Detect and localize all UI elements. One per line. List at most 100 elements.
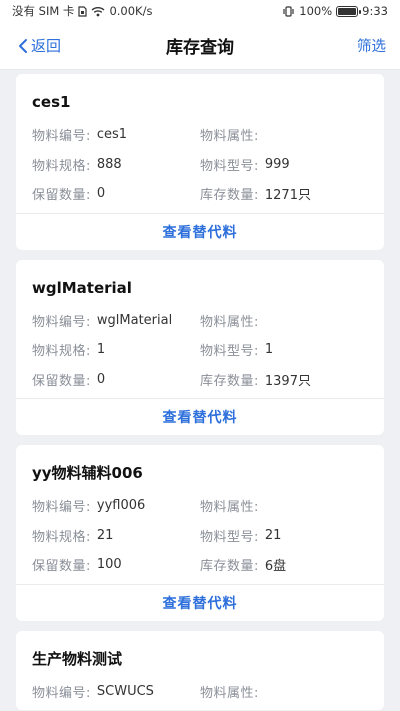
attr-label: 物料属性: [200,685,259,701]
material-name: yy物料辅料006 [32,464,143,482]
code-value: SCWUCS [96,683,154,699]
code-field: 物料编号: SCWUCS [32,682,200,701]
spec-value: 888 [96,156,122,172]
model-field: 物料型号: 999 [200,155,368,174]
attr-field: 物料属性: [200,682,368,701]
reserved-label: 保留数量: [32,559,91,575]
attr-label: 物料属性: [200,314,259,330]
status-right: 100% 9:33 [282,4,388,18]
code-field: 物料编号: yyfl006 [32,496,200,515]
attr-label: 物料属性: [200,500,259,516]
inventory-list: ces1 物料编号: ces1 物料属性: 物料规格: 888 物料型号: 99… [0,70,400,710]
page-title: 库存查询 [166,38,234,58]
inventory-card: 生产物料测试 物料编号: SCWUCS 物料属性: [16,630,384,711]
view-substitutes-button[interactable]: 查看替代料 [16,212,384,250]
code-label: 物料编号: [32,500,91,516]
card-body: wglMaterial 物料编号: wglMaterial 物料属性: 物料规格… [16,260,384,399]
stock-label: 库存数量: [200,373,259,389]
info-row: 物料规格: 1 物料型号: 1 [32,335,368,365]
info-row: 物料规格: 21 物料型号: 21 [32,521,368,551]
stock-field: 库存数量: 1271只 [200,184,368,203]
reserved-value: 0 [96,371,106,387]
clock: 9:33 [362,4,388,18]
stock-value: 1397只 [264,373,311,389]
reserved-field: 保留数量: 100 [32,555,200,574]
attr-label: 物料属性: [200,129,259,145]
sim-icon [78,5,88,17]
spec-label: 物料规格: [32,344,91,360]
battery-icon [336,5,362,17]
spec-field: 物料规格: 888 [32,155,200,174]
vibrate-icon [282,5,295,17]
attr-field: 物料属性: [200,496,368,515]
inventory-card: wglMaterial 物料编号: wglMaterial 物料属性: 物料规格… [16,259,384,435]
battery-percent: 100% [299,4,333,18]
model-value: 21 [264,527,282,543]
reserved-label: 保留数量: [32,373,91,389]
carrier-text: 没有 SIM 卡 [12,4,75,18]
info-row: 保留数量: 100 库存数量: 6盘 [32,550,368,580]
battery-level [338,7,357,15]
stock-value: 6盘 [264,559,287,575]
material-name: ces1 [32,93,71,111]
model-label: 物料型号: [200,529,259,545]
spec-label: 物料规格: [32,158,91,174]
attr-field: 物料属性: [200,125,368,144]
stock-field: 库存数量: 6盘 [200,555,368,574]
info-row: 物料编号: SCWUCS 物料属性: [32,677,368,707]
code-label: 物料编号: [32,314,91,330]
spec-value: 1 [96,342,106,358]
back-button[interactable]: 返回 [18,35,61,56]
spec-label: 物料规格: [32,529,91,545]
info-row: 物料规格: 888 物料型号: 999 [32,150,368,180]
status-bar: 没有 SIM 卡 0.00K/s 100% 9:33 [0,0,400,22]
code-field: 物料编号: wglMaterial [32,311,200,330]
material-name: 生产物料测试 [32,649,123,668]
stock-label: 库存数量: [200,188,259,204]
stock-value: 1271只 [264,188,311,204]
info-row: 物料编号: yyfl006 物料属性: [32,491,368,521]
filter-button[interactable]: 筛选 [357,35,386,56]
reserved-field: 保留数量: 0 [32,184,200,203]
attr-field: 物料属性: [200,311,368,330]
inventory-card: yy物料辅料006 物料编号: yyfl006 物料属性: 物料规格: 21 物… [16,445,384,621]
model-label: 物料型号: [200,344,259,360]
model-field: 物料型号: 1 [200,340,368,359]
code-label: 物料编号: [32,685,91,701]
stock-label: 库存数量: [200,559,259,575]
nav-bar: 返回 库存查询 筛选 [0,22,400,70]
view-substitutes-button[interactable]: 查看替代料 [16,398,384,435]
chevron-left-icon [18,38,28,54]
code-label: 物料编号: [32,129,91,145]
material-name: wglMaterial [32,278,132,297]
reserved-value: 0 [96,186,106,202]
code-value: yyfl006 [96,498,146,514]
back-label: 返回 [31,37,62,55]
spec-field: 物料规格: 21 [32,526,200,545]
info-row: 保留数量: 0 库存数量: 1397只 [32,365,368,395]
info-row: 物料编号: ces1 物料属性: [32,120,368,150]
code-value: ces1 [96,127,128,143]
spec-value: 21 [96,527,114,543]
card-body: yy物料辅料006 物料编号: yyfl006 物料属性: 物料规格: 21 物… [16,445,384,584]
model-value: 999 [264,156,290,172]
info-row: 物料编号: wglMaterial 物料属性: [32,306,368,336]
status-left: 没有 SIM 卡 0.00K/s [12,3,152,19]
inventory-card: ces1 物料编号: ces1 物料属性: 物料规格: 888 物料型号: 99… [16,74,384,250]
info-row: 保留数量: 0 库存数量: 1271只 [32,179,368,209]
stock-field: 库存数量: 1397只 [200,370,368,389]
model-field: 物料型号: 21 [200,526,368,545]
reserved-field: 保留数量: 0 [32,370,200,389]
wifi-icon [91,6,105,17]
model-label: 物料型号: [200,158,259,174]
card-body: ces1 物料编号: ces1 物料属性: 物料规格: 888 物料型号: 99… [16,74,384,213]
reserved-label: 保留数量: [32,188,91,204]
network-speed: 0.00K/s [109,4,153,18]
code-field: 物料编号: ces1 [32,125,200,144]
reserved-value: 100 [96,557,122,573]
code-value: wglMaterial [96,312,173,328]
model-value: 1 [264,342,274,358]
card-body: 生产物料测试 物料编号: SCWUCS 物料属性: [16,631,384,711]
spec-field: 物料规格: 1 [32,340,200,359]
view-substitutes-button[interactable]: 查看替代料 [16,583,384,621]
